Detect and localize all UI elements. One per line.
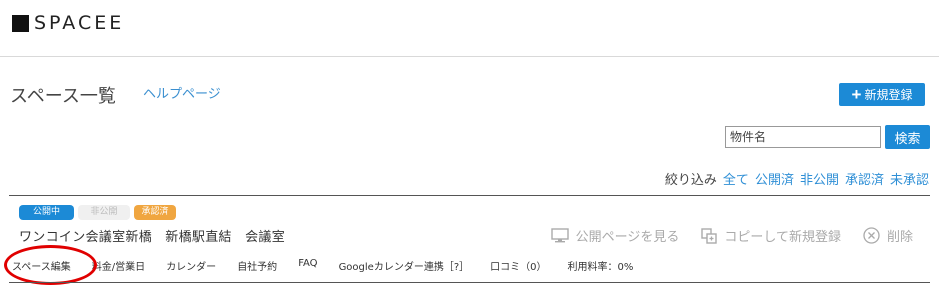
copy-icon [701, 227, 718, 244]
delete-circle-x-icon [863, 227, 880, 244]
view-public-page-action[interactable]: 公開ページを見る [550, 226, 680, 245]
filter-label: 絞り込み [664, 173, 717, 188]
filter-all[interactable]: 全て [723, 169, 749, 188]
help-page-link[interactable]: ヘルプページ [143, 83, 221, 102]
space-actions: 公開ページを見る コピーして新規登録 削除 [529, 226, 913, 245]
plus-icon: + [851, 85, 862, 104]
filter-bar: 絞り込み 全て 公開済 非公開 承認済 未承認 [665, 169, 929, 188]
page-title: スペース一覧 [10, 86, 116, 107]
filter-published[interactable]: 公開済 [755, 169, 794, 188]
delete-label: 削除 [886, 230, 913, 245]
copy-new-registration-label: コピーして新規登録 [724, 230, 841, 245]
list-divider-bottom [9, 282, 930, 283]
space-name: ワンコイン会議室新橋 新橋駅直結 会議室 [19, 230, 286, 245]
tab-calendar[interactable]: カレンダー [166, 258, 216, 273]
logo-text: SPACEE [34, 12, 125, 34]
search-button[interactable]: 検索 [885, 125, 930, 149]
new-registration-button[interactable]: + 新規登録 [839, 83, 925, 106]
list-divider-top [9, 195, 930, 196]
status-badges: 公開中 非公開 承認済 [19, 205, 176, 220]
tab-pricing-hours[interactable]: 料金/営業日 [92, 258, 145, 273]
filter-unapproved[interactable]: 未承認 [890, 169, 929, 188]
logo[interactable]: SPACEE [12, 12, 124, 34]
delete-action[interactable]: 削除 [863, 226, 913, 245]
status-badge-private: 非公開 [78, 205, 130, 220]
status-badge-public: 公開中 [19, 205, 74, 220]
status-badge-approved: 承認済 [134, 205, 176, 220]
new-registration-label: 新規登録 [864, 88, 913, 102]
space-tabs: スペース編集 料金/営業日 カレンダー 自社予約 FAQ Googleカレンダー… [12, 258, 654, 273]
tab-reviews[interactable]: 口コミ（0） [490, 258, 546, 273]
tab-own-booking[interactable]: 自社予約 [237, 258, 277, 273]
logo-square-icon [12, 14, 29, 32]
tab-google-calendar-sync[interactable]: Googleカレンダー連携［?］ [339, 258, 470, 273]
view-public-page-label: 公開ページを見る [575, 230, 680, 245]
tab-faq[interactable]: FAQ [298, 258, 317, 273]
copy-new-registration-action[interactable]: コピーして新規登録 [701, 226, 841, 245]
monitor-icon [550, 228, 569, 243]
filter-approved[interactable]: 承認済 [845, 169, 884, 188]
usage-fee-rate: 利用料率：0% [567, 262, 634, 273]
tab-space-edit[interactable]: スペース編集 [12, 258, 71, 273]
filter-private[interactable]: 非公開 [800, 169, 839, 188]
site-header: SPACEE [0, 0, 939, 57]
property-name-search-input[interactable] [725, 126, 881, 148]
